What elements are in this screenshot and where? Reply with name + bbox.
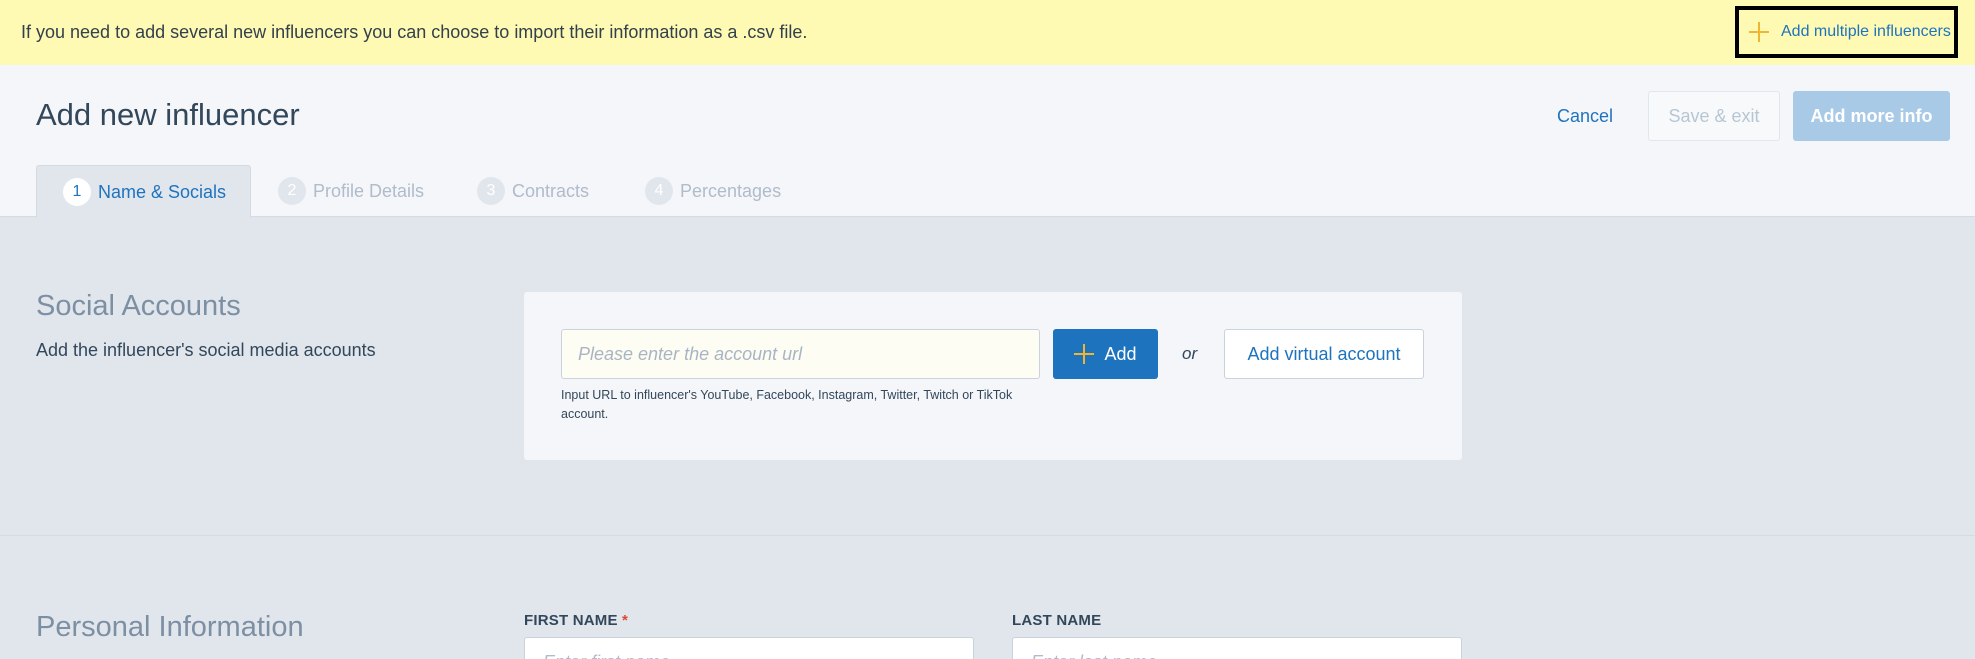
step-number: 4	[645, 177, 673, 205]
account-url-input[interactable]	[561, 329, 1040, 379]
add-multiple-influencers-label: Add multiple influencers	[1781, 23, 1951, 40]
add-account-button[interactable]: Add	[1053, 329, 1158, 379]
tab-label: Profile Details	[313, 180, 425, 201]
last-name-input[interactable]	[1012, 637, 1462, 659]
page-header: Add new influencer Cancel Save & exit Ad…	[0, 65, 1975, 218]
page-title: Add new influencer	[36, 97, 300, 132]
add-multiple-influencers-button[interactable]: Add multiple influencers	[1735, 6, 1958, 58]
section-divider	[0, 535, 1975, 536]
tab-percentages[interactable]: 4 Percentages	[645, 165, 781, 217]
info-banner: If you need to add several new influence…	[0, 0, 1975, 65]
last-name-label: LAST NAME	[1012, 612, 1102, 629]
first-name-label: FIRST NAME *	[524, 612, 628, 629]
social-accounts-title: Social Accounts	[36, 290, 241, 322]
tab-label: Contracts	[512, 180, 590, 201]
step-number: 2	[278, 177, 306, 205]
social-accounts-description: Add the influencer's social media accoun…	[36, 340, 376, 360]
social-accounts-card: Input URL to influencer's YouTube, Faceb…	[524, 292, 1462, 460]
add-virtual-account-button[interactable]: Add virtual account	[1224, 329, 1424, 379]
tab-profile-details[interactable]: 2 Profile Details	[278, 165, 424, 217]
cancel-button[interactable]: Cancel	[1535, 91, 1635, 141]
add-account-label: Add	[1104, 343, 1137, 364]
plus-icon	[1074, 344, 1095, 364]
plus-icon	[1749, 22, 1769, 42]
url-helper-text: Input URL to influencer's YouTube, Faceb…	[561, 388, 1013, 421]
banner-text: If you need to add several new influence…	[21, 22, 808, 42]
tab-label: Name & Socials	[98, 181, 227, 202]
tab-name-socials[interactable]: 1 Name & Socials	[36, 165, 251, 218]
first-name-input[interactable]	[524, 637, 974, 659]
step-number: 1	[63, 178, 91, 206]
required-mark: *	[622, 612, 629, 629]
personal-information-title: Personal Information	[36, 611, 304, 643]
tab-label: Percentages	[680, 180, 782, 201]
first-name-label-text: FIRST NAME	[524, 612, 618, 629]
save-exit-button[interactable]: Save & exit	[1648, 91, 1780, 141]
step-number: 3	[477, 177, 505, 205]
tab-contracts[interactable]: 3 Contracts	[477, 165, 589, 217]
or-separator: or	[1182, 344, 1198, 363]
add-more-info-button[interactable]: Add more info	[1793, 91, 1950, 141]
